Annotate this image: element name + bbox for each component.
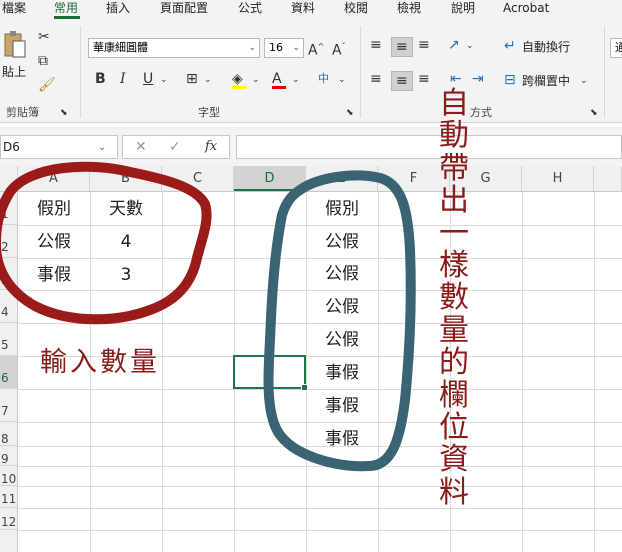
input-quantity-annotation: 輸入數量: [40, 347, 160, 378]
left-red-circle: [0, 161, 212, 325]
excel-window: 檔案 常用 插入 頁面配置 公式 資料 校閱 檢視 說明 Acrobat 貼上 …: [0, 0, 622, 552]
right-blue-circle: [263, 170, 416, 472]
hand-drawn-annotations: [0, 161, 416, 472]
auto-fill-annotation: 自動帶出一樣數量的欄位資料: [439, 86, 469, 510]
